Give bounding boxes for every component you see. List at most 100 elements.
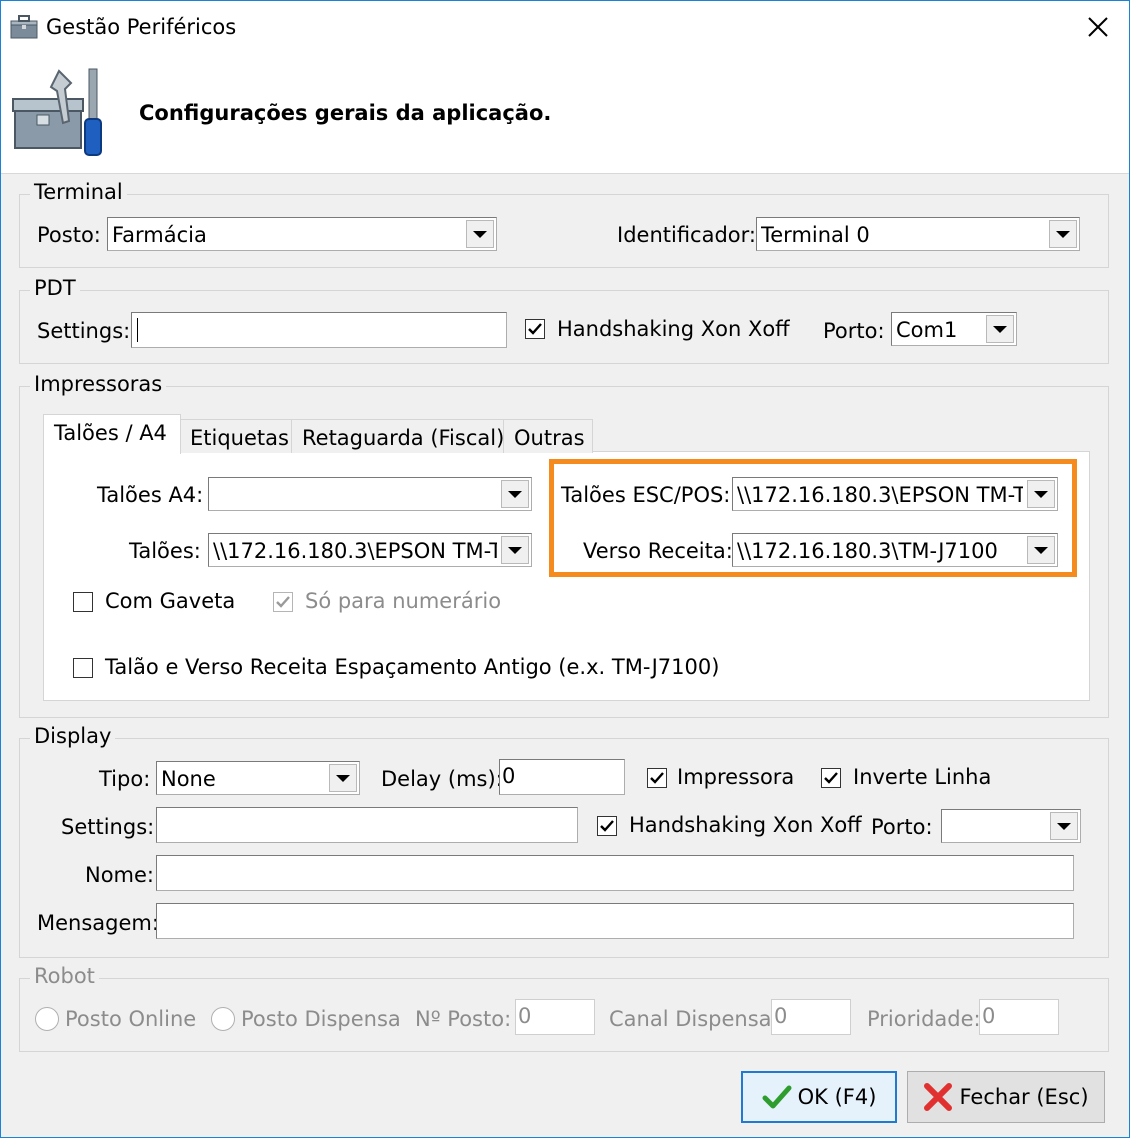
- taloes-esc-pos-dropdown-button[interactable]: [1027, 480, 1055, 508]
- posto-online-radio[interactable]: [35, 1007, 59, 1031]
- pdt-settings-input[interactable]: [131, 312, 507, 348]
- identificador-select[interactable]: Terminal 0: [756, 217, 1080, 251]
- taloes-a4-label: Talões A4:: [97, 483, 204, 507]
- display-porto-dropdown-button[interactable]: [1050, 812, 1078, 840]
- espacamento-antigo-checkbox[interactable]: [73, 658, 93, 678]
- taloes-a4-dropdown-button[interactable]: [501, 480, 529, 508]
- canal-dispensa-field[interactable]: [774, 1002, 846, 1030]
- pdt-handshaking-checkbox[interactable]: [525, 319, 545, 339]
- close-icon: [1088, 17, 1108, 37]
- posto-dropdown-button[interactable]: [466, 220, 494, 248]
- n-posto-field[interactable]: [518, 1002, 590, 1030]
- checkmark-icon: [276, 596, 290, 608]
- toolbox-tools-icon: [9, 61, 109, 161]
- display-settings-input[interactable]: [156, 807, 578, 843]
- delay-label: Delay (ms):: [381, 767, 503, 791]
- fechar-button-label: Fechar (Esc): [959, 1085, 1089, 1109]
- header-title: Configurações gerais da aplicação.: [139, 101, 552, 125]
- close-button[interactable]: [1067, 1, 1129, 53]
- display-porto-select[interactable]: [941, 809, 1081, 843]
- identificador-dropdown-button[interactable]: [1049, 220, 1077, 248]
- display-handshaking-checkbox[interactable]: [597, 816, 617, 836]
- posto-label: Posto:: [37, 223, 101, 247]
- taloes-value: \\172.16.180.3\EPSON TM-T2: [213, 539, 497, 563]
- chevron-down-icon: [1057, 822, 1071, 830]
- nome-label: Nome:: [85, 863, 155, 887]
- prioridade-label: Prioridade:: [867, 1007, 981, 1031]
- inverte-linha-label: Inverte Linha: [853, 765, 992, 789]
- pdt-settings-field[interactable]: [134, 315, 502, 343]
- display-porto-label: Porto:: [871, 815, 933, 839]
- checkmark-icon: [600, 820, 614, 832]
- verso-receita-select[interactable]: \\172.16.180.3\TM-J7100: [732, 533, 1058, 567]
- chevron-down-icon: [1034, 490, 1048, 498]
- n-posto-input[interactable]: [515, 999, 595, 1035]
- impressoras-legend: Impressoras: [30, 372, 167, 396]
- inverte-linha-checkbox[interactable]: [821, 768, 841, 788]
- so-numerario-label: Só para numerário: [305, 589, 502, 613]
- pdt-porto-select[interactable]: Com1: [891, 312, 1017, 346]
- taloes-label: Talões:: [129, 539, 201, 563]
- tab-etiquetas[interactable]: Etiquetas: [179, 419, 293, 453]
- chevron-down-icon: [473, 230, 487, 238]
- nome-input[interactable]: [156, 855, 1074, 891]
- toolbox-icon: [9, 13, 39, 41]
- canal-dispensa-label: Canal Dispensa:: [609, 1007, 779, 1031]
- mensagem-label: Mensagem:: [37, 911, 159, 935]
- taloes-dropdown-button[interactable]: [501, 536, 529, 564]
- prioridade-field[interactable]: [982, 1002, 1054, 1030]
- ok-button[interactable]: OK (F4): [741, 1071, 897, 1123]
- chevron-down-icon: [1056, 230, 1070, 238]
- tipo-dropdown-button[interactable]: [329, 764, 357, 792]
- nome-field[interactable]: [159, 858, 1069, 886]
- pdt-porto-value: Com1: [896, 318, 958, 342]
- mensagem-input[interactable]: [156, 903, 1074, 939]
- posto-value: Farmácia: [112, 223, 207, 247]
- chevron-down-icon: [508, 490, 522, 498]
- verso-receita-label: Verso Receita:: [583, 539, 733, 563]
- tab-taloes-a4[interactable]: Talões / A4: [43, 414, 181, 454]
- delay-input[interactable]: [499, 759, 625, 795]
- verso-receita-dropdown-button[interactable]: [1027, 536, 1055, 564]
- tab-retaguarda-fiscal[interactable]: Retaguarda (Fiscal): [291, 419, 505, 453]
- header-banner: Configurações gerais da aplicação.: [1, 55, 1129, 174]
- delay-field[interactable]: [502, 762, 620, 790]
- display-settings-label: Settings:: [61, 815, 155, 839]
- impressora-checkbox[interactable]: [647, 768, 667, 788]
- impressora-label: Impressora: [677, 765, 795, 789]
- prioridade-input[interactable]: [979, 999, 1059, 1035]
- verso-receita-value: \\172.16.180.3\TM-J7100: [737, 539, 998, 563]
- posto-select[interactable]: Farmácia: [107, 217, 497, 251]
- window-title: Gestão Periféricos: [46, 15, 237, 39]
- n-posto-label: Nº Posto:: [415, 1007, 512, 1031]
- pdt-settings-label: Settings:: [37, 319, 131, 343]
- pdt-porto-label: Porto:: [823, 319, 885, 343]
- pdt-porto-dropdown-button[interactable]: [986, 315, 1014, 343]
- posto-dispensa-label: Posto Dispensa: [241, 1007, 401, 1031]
- taloes-select[interactable]: \\172.16.180.3\EPSON TM-T2: [208, 533, 532, 567]
- identificador-label: Identificador:: [617, 223, 756, 247]
- robot-legend: Robot: [30, 964, 99, 988]
- mensagem-field[interactable]: [159, 906, 1069, 934]
- taloes-esc-pos-select[interactable]: \\172.16.180.3\EPSON TM-T8: [732, 477, 1058, 511]
- pdt-handshaking-label: Handshaking Xon Xoff: [557, 317, 790, 341]
- identificador-value: Terminal 0: [761, 223, 870, 247]
- display-settings-field[interactable]: [159, 810, 573, 838]
- posto-online-label: Posto Online: [65, 1007, 197, 1031]
- dialog-window: Gestão Periféricos Configurações gerais …: [0, 0, 1130, 1138]
- posto-dispensa-radio[interactable]: [211, 1007, 235, 1031]
- taloes-a4-select[interactable]: [208, 477, 532, 511]
- checkmark-icon: [650, 772, 664, 784]
- com-gaveta-label: Com Gaveta: [105, 589, 236, 613]
- title-bar: Gestão Periféricos: [1, 1, 1129, 55]
- chevron-down-icon: [993, 325, 1007, 333]
- chevron-down-icon: [508, 546, 522, 554]
- tab-outras[interactable]: Outras: [503, 419, 593, 453]
- fechar-button[interactable]: Fechar (Esc): [907, 1071, 1105, 1123]
- tipo-select[interactable]: None: [156, 761, 360, 795]
- tipo-value: None: [161, 767, 216, 791]
- so-numerario-checkbox[interactable]: [273, 592, 293, 612]
- checkmark-icon: [824, 772, 838, 784]
- canal-dispensa-input[interactable]: [771, 999, 851, 1035]
- com-gaveta-checkbox[interactable]: [73, 592, 93, 612]
